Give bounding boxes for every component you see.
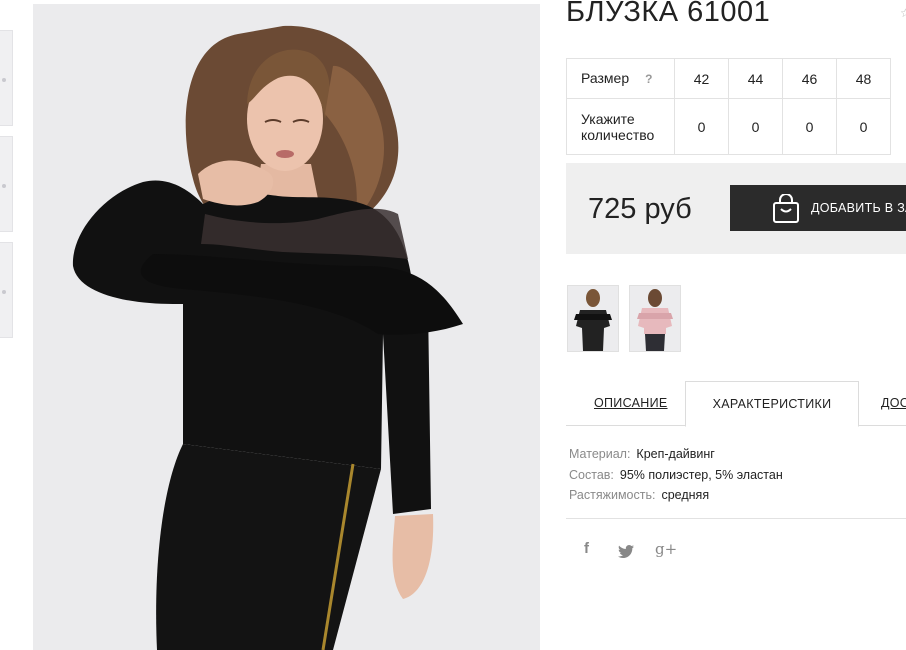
thumbnail-marker [2, 290, 6, 294]
quantity-label-line1: Укажите [581, 110, 635, 127]
shopping-bag-icon [773, 194, 799, 223]
characteristics-list: Материал: Креп-дайвинг Состав: 95% полиэст… [569, 444, 783, 506]
variant-pink-image [637, 289, 673, 351]
size-label-cell: Размер? [566, 58, 675, 99]
quantity-label-line2: количество [581, 126, 655, 143]
tab-description[interactable]: ОПИСАНИЕ [594, 381, 668, 425]
variant-thumbnail-pink[interactable] [629, 285, 681, 352]
side-thumbnail-2[interactable] [0, 136, 13, 232]
product-tabs: ОПИСАНИЕ ХАРАКТЕРИСТИКИ ДОСТАВКА [566, 381, 906, 427]
thumbnail-marker [2, 184, 6, 188]
size-label: Размер [581, 70, 630, 86]
product-title: БЛУЗКА 61001 [566, 0, 771, 28]
spec-material: Материал: Креп-дайвинг [569, 444, 783, 465]
add-to-order-label: ДОБАВИТЬ В ЗАКАЗ [811, 201, 906, 215]
side-thumbnail-1[interactable] [0, 30, 13, 126]
spec-key: Растяжимость: [569, 488, 656, 502]
spec-value: Креп-дайвинг [636, 447, 715, 461]
facebook-icon[interactable]: f [584, 540, 589, 557]
size-option-42: 42 [674, 58, 729, 99]
product-price: 725 руб [588, 193, 692, 225]
size-option-44: 44 [728, 58, 783, 99]
size-help-icon[interactable]: ? [645, 72, 652, 86]
quantity-input-48[interactable]: 0 [836, 98, 891, 155]
spec-value: 95% полиэстер, 5% эластан [619, 467, 783, 482]
spec-stretch: Растяжимость: средняя [569, 485, 783, 506]
variant-black-image [574, 289, 612, 351]
spec-key: Материал: [569, 447, 631, 461]
size-quantity-table: Размер? 42 44 46 48 Укажите количество 0… [566, 58, 891, 155]
quantity-input-46[interactable]: 0 [782, 98, 837, 155]
product-main-photo[interactable] [33, 4, 540, 650]
quantity-input-42[interactable]: 0 [674, 98, 729, 155]
size-option-46: 46 [782, 58, 837, 99]
size-option-48: 48 [836, 58, 891, 99]
variant-thumbnail-black[interactable] [567, 285, 619, 352]
twitter-icon[interactable] [618, 545, 634, 558]
quantity-label-cell: Укажите количество [566, 98, 675, 155]
section-divider [566, 518, 906, 519]
tab-characteristics[interactable]: ХАРАКТЕРИСТИКИ [685, 381, 859, 427]
spec-key: Состав: [569, 467, 614, 482]
model-illustration [72, 25, 463, 650]
side-thumbnail-3[interactable] [0, 242, 13, 338]
spec-composition: Состав: 95% полиэстер, 5% эластан [569, 465, 783, 486]
tab-delivery[interactable]: ДОСТАВКА [881, 381, 906, 425]
quantity-input-44[interactable]: 0 [728, 98, 783, 155]
thumbnail-marker [2, 78, 6, 82]
favorite-icon[interactable]: ☆ [900, 6, 906, 20]
spec-value: средняя [661, 488, 710, 502]
add-to-order-button[interactable]: ДОБАВИТЬ В ЗАКАЗ [730, 185, 906, 231]
googleplus-icon[interactable]: g+ [655, 540, 677, 558]
price-panel: 725 руб ДОБАВИТЬ В ЗАКАЗ [566, 163, 906, 254]
